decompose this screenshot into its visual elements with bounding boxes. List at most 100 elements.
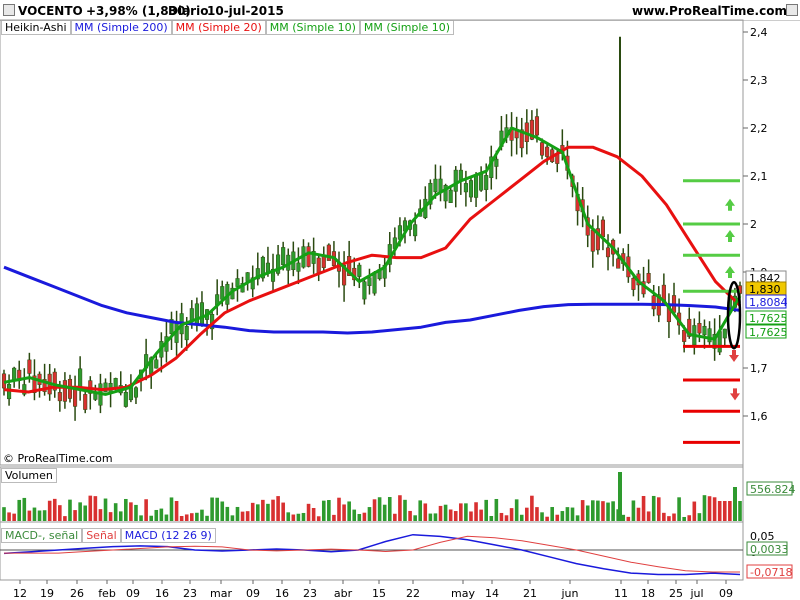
volume-bar xyxy=(702,495,707,521)
volume-bar xyxy=(474,502,478,521)
candle-body xyxy=(133,387,139,398)
volume-bar xyxy=(327,500,331,521)
volume-bar xyxy=(184,514,189,521)
macd-label-b[interactable]: Señal xyxy=(82,528,121,543)
x-tick-label: jun xyxy=(561,587,579,600)
volume-bar xyxy=(448,509,453,521)
volume-panel-label[interactable]: Volumen xyxy=(1,468,57,483)
volume-bar xyxy=(73,510,77,521)
price-chart[interactable]: 2,42,32,22,121,91,71,6121926feb091623mar… xyxy=(0,0,800,600)
candle-body xyxy=(281,247,286,266)
volume-bar xyxy=(514,499,519,521)
volume-bar xyxy=(47,500,52,521)
candle-body xyxy=(362,281,367,300)
down-arrow-icon xyxy=(729,350,739,362)
volume-bar xyxy=(362,512,367,521)
volume-bar xyxy=(408,510,412,521)
volume-bar xyxy=(545,516,549,521)
candle-body xyxy=(448,189,453,203)
volume-bar xyxy=(646,511,651,521)
volume-bar xyxy=(413,515,417,521)
volume-bar xyxy=(707,496,712,521)
volume-bar xyxy=(601,501,605,521)
volume-bar xyxy=(2,507,6,521)
x-tick-label: 15 xyxy=(372,587,386,600)
volume-bar xyxy=(453,511,458,521)
candle-body xyxy=(413,224,418,237)
y-tick-label: 2,1 xyxy=(750,170,768,183)
volume-bar xyxy=(291,514,296,521)
volume-bar xyxy=(164,514,169,521)
x-tick-label: 09 xyxy=(246,587,260,600)
volume-bar xyxy=(672,513,676,521)
candle-body xyxy=(154,359,159,369)
candle-body xyxy=(631,277,636,290)
volume-bar xyxy=(220,501,225,521)
x-tick-label: 09 xyxy=(719,587,733,600)
price-panel-frame xyxy=(0,19,744,466)
volume-bar xyxy=(311,507,316,521)
volume-bar xyxy=(504,515,509,521)
volume-bar xyxy=(570,507,575,521)
candle-body xyxy=(494,158,499,167)
volume-bar xyxy=(499,512,504,521)
volume-bar xyxy=(250,502,255,521)
candle-body xyxy=(433,178,438,193)
macd-tick-label: 0,05 xyxy=(750,530,775,543)
volume-bar xyxy=(697,513,702,521)
volume-bar xyxy=(418,500,423,521)
candle-body xyxy=(184,326,189,341)
volume-bar xyxy=(58,505,62,521)
candle-body xyxy=(62,380,67,402)
volume-bar xyxy=(352,509,357,521)
candle-body xyxy=(321,255,326,268)
volume-bar xyxy=(403,499,407,521)
volume-bar xyxy=(479,509,483,521)
x-tick-label: 19 xyxy=(40,587,54,600)
macd-label-c[interactable]: MACD (12 26 9) xyxy=(120,528,216,543)
x-tick-label: feb xyxy=(98,587,116,600)
volume-bar xyxy=(301,512,306,521)
volume-bar xyxy=(560,511,565,521)
x-tick-label: 11 xyxy=(614,587,628,600)
candle-body xyxy=(83,394,88,410)
candle-body xyxy=(27,359,32,374)
volume-bar xyxy=(332,514,336,521)
candle-body xyxy=(616,258,621,269)
volume-bar xyxy=(225,506,230,521)
candle-body xyxy=(367,277,372,286)
volume-bar xyxy=(306,503,311,521)
candle-body xyxy=(590,229,595,252)
volume-bar xyxy=(540,512,544,521)
volume-bar xyxy=(286,512,291,521)
volume-bar xyxy=(443,504,448,521)
volume-bar xyxy=(677,497,681,521)
x-tick-label: 16 xyxy=(275,587,289,600)
volume-bar xyxy=(7,512,11,521)
volume-bar xyxy=(580,500,585,521)
volume-bar xyxy=(489,515,494,521)
volume-bar xyxy=(585,505,590,521)
y-tick-label: 1,7 xyxy=(750,362,768,375)
volume-bar xyxy=(656,497,661,521)
candle-body xyxy=(479,174,484,191)
candle-body xyxy=(235,278,240,287)
volume-bar xyxy=(32,507,37,521)
volume-bar xyxy=(316,516,321,521)
volume-bar xyxy=(139,515,143,521)
volume-bar xyxy=(276,496,280,521)
volume-bar xyxy=(555,514,560,521)
volume-bar xyxy=(261,499,265,521)
x-tick-label: may xyxy=(451,587,475,600)
candle-body xyxy=(357,264,362,277)
volume-bar xyxy=(124,498,128,521)
volume-bar xyxy=(108,512,113,521)
volume-bar xyxy=(641,495,646,521)
up-arrow-icon xyxy=(725,198,735,211)
volume-bar xyxy=(692,501,697,521)
candle-body xyxy=(545,146,550,157)
volume-bar xyxy=(372,499,377,521)
volume-bar xyxy=(83,505,88,521)
volume-bar xyxy=(575,515,580,521)
macd-label-a[interactable]: MACD-, señal xyxy=(1,528,83,543)
